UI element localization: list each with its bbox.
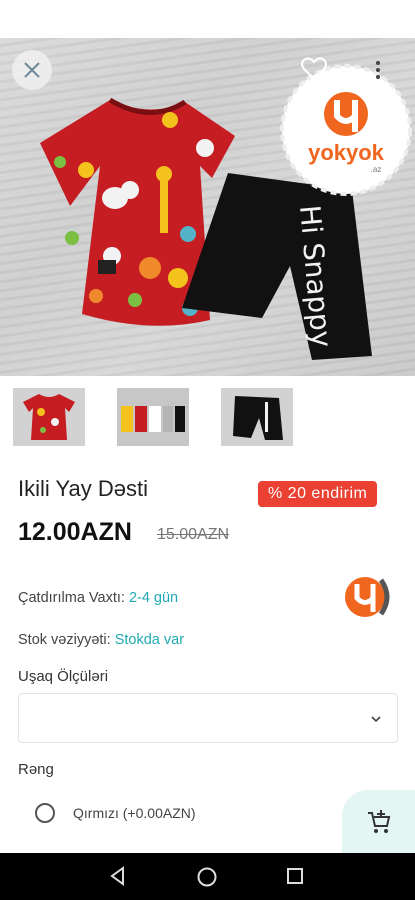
stock-value: Stokda var [114,632,185,648]
thumbnail-1[interactable] [13,388,85,446]
thumbnail-2[interactable] [117,388,189,446]
brand-badge-text: yokyok [308,140,385,165]
old-price: 15.00AZN [157,526,230,543]
size-select[interactable] [18,693,398,743]
color-radio-red[interactable] [35,803,55,823]
stock-info: Stok vəziyyəti: Stokda var [18,632,184,648]
size-section-label: Uşaq Ölçüləri [18,668,109,685]
add-to-cart-icon [367,809,390,833]
current-price: 12.00AZN [18,518,132,546]
product-title: Ikili Yay Dəsti [18,476,149,501]
discount-badge: % 20 endirim [258,481,378,507]
store-logo[interactable] [343,572,393,622]
add-to-cart-button[interactable] [342,790,415,853]
color-section-label: Rəng [18,761,54,778]
close-icon [24,62,40,78]
thumbnail-image [13,388,85,446]
more-options-button[interactable] [370,58,386,82]
delivery-info: Çatdırılma Vaxtı: 2-4 gün [18,590,178,606]
brand-badge-sub: .az [371,165,382,174]
stock-label: Stok vəziyyəti: [18,632,111,648]
system-nav-bar [0,853,415,900]
thumbnail-image [221,388,293,446]
thumbnail-strip [0,388,415,448]
delivery-value: 2-4 gün [128,590,179,606]
favorite-button[interactable] [300,56,328,82]
delivery-label: Çatdırılma Vaxtı: [18,590,125,606]
chevron-down-icon [371,716,381,723]
thumbnail-image [117,388,189,446]
product-image[interactable]: Hi Snappy yokyok .az [0,38,415,376]
close-button[interactable] [12,50,52,90]
status-bar-area [0,0,415,38]
recent-square-icon[interactable] [286,867,304,885]
back-triangle-icon[interactable] [108,866,128,886]
color-option-label[interactable]: Qırmızı (+0.00AZN) [73,805,196,821]
more-vert-icon [376,61,380,79]
brand-badge: yokyok .az [280,64,412,196]
home-circle-icon[interactable] [196,866,218,888]
thumbnail-3[interactable] [221,388,293,446]
heart-icon [301,57,327,81]
